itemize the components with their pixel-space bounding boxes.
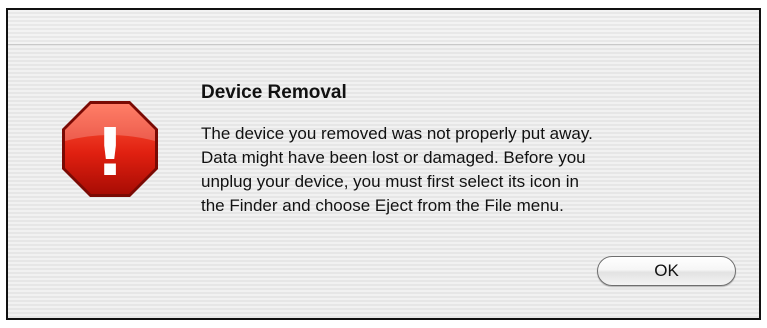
dialog-heading: Device Removal [201, 82, 347, 103]
message-line: the Finder and choose Eject from the Fil… [201, 196, 564, 215]
stop-alert-icon: ! [62, 101, 158, 197]
dialog-message: The device you removed was not properly … [201, 122, 741, 218]
message-line: Data might have been lost or damaged. Be… [201, 148, 586, 167]
alert-dialog: ! Device Removal The device you removed … [6, 8, 761, 320]
exclamation-glyph: ! [95, 114, 125, 191]
dialog-title-bar [8, 10, 759, 45]
ok-button[interactable]: OK [597, 256, 736, 286]
message-line: The device you removed was not properly … [201, 124, 593, 143]
message-line: unplug your device, you must first selec… [201, 172, 579, 191]
